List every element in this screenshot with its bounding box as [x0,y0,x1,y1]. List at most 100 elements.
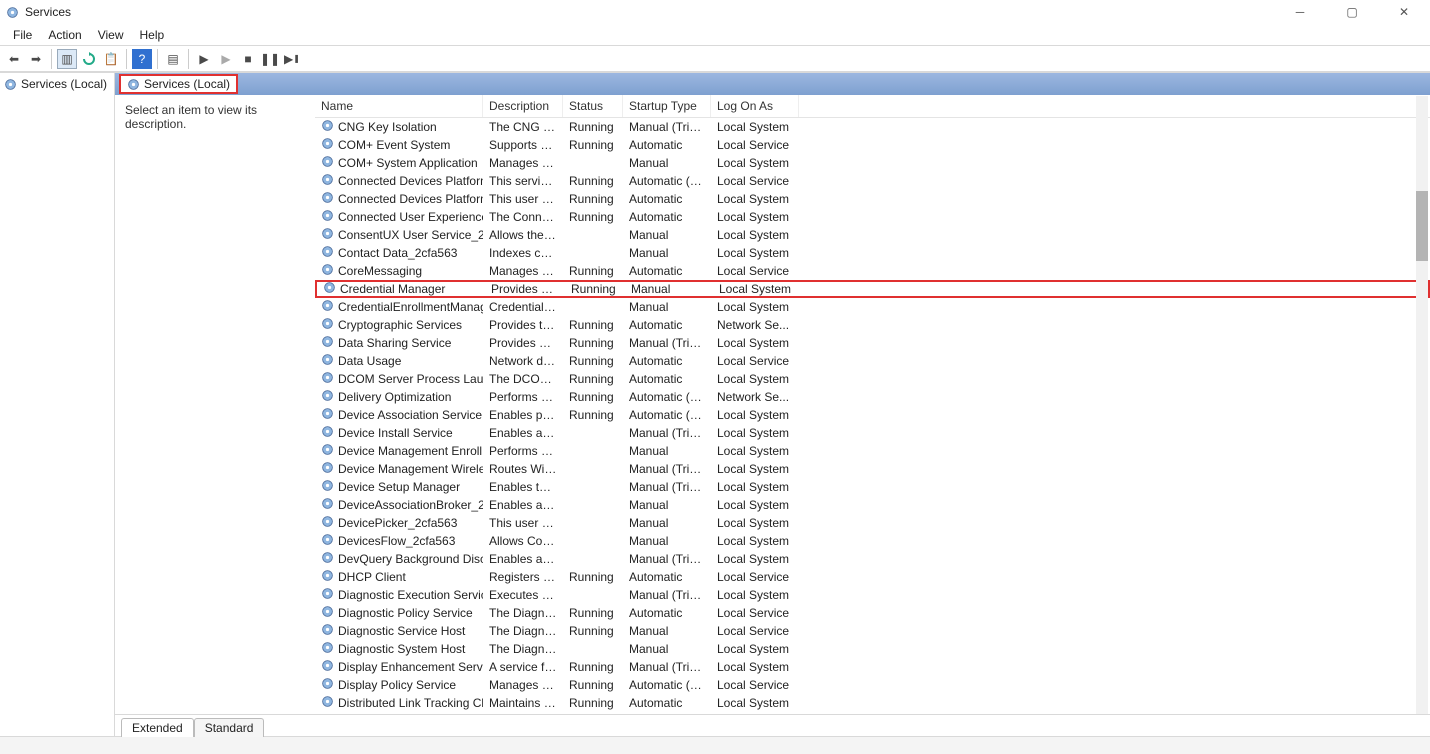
service-row[interactable]: COM+ Event SystemSupports Sy...RunningAu… [315,136,1430,154]
service-startup: Automatic [623,570,711,584]
service-row[interactable]: Device Install ServiceEnables a co...Man… [315,424,1430,442]
close-button[interactable]: ✕ [1384,2,1424,22]
service-row[interactable]: DevQuery Background Disc...Enables app..… [315,550,1430,568]
tab-services-local[interactable]: Services (Local) [119,74,238,94]
service-row[interactable]: COM+ System ApplicationManages th...Manu… [315,154,1430,172]
service-description: Performs co... [483,390,563,404]
service-row[interactable]: Connected User Experiences ...The Connec… [315,208,1430,226]
service-row[interactable]: Data UsageNetwork dat...RunningAutomatic… [315,352,1430,370]
service-gear-icon [321,371,334,387]
service-row[interactable]: Diagnostic System HostThe Diagnos...Manu… [315,640,1430,658]
service-gear-icon [321,497,334,513]
service-logon: Local System [711,156,799,170]
service-row[interactable]: DevicePicker_2cfa563This user ser...Manu… [315,514,1430,532]
service-name: Device Association Service [338,408,482,422]
service-description: Allows Conn... [483,534,563,548]
service-logon: Local System [711,516,799,530]
service-row[interactable]: CNG Key IsolationThe CNG ke...RunningMan… [315,118,1430,136]
menu-action[interactable]: Action [41,26,88,44]
service-row[interactable]: Display Policy ServiceManages th...Runni… [315,676,1430,694]
service-description: Executes dia... [483,588,563,602]
service-status: Running [563,390,623,404]
col-startup[interactable]: Startup Type [623,95,711,117]
service-startup: Manual (Trigg... [623,660,711,674]
status-bar [0,736,1430,754]
service-description: Network dat... [483,354,563,368]
service-name: DHCP Client [338,570,406,584]
restart-service-button[interactable]: ▶❚ [282,49,302,69]
service-row[interactable]: Distributed Link Tracking Cli...Maintain… [315,694,1430,712]
service-status: Running [563,678,623,692]
service-row[interactable]: ConsentUX User Service_2cf...Allows the … [315,226,1430,244]
separator [126,49,127,69]
service-name: DeviceAssociationBroker_2cf... [338,498,483,512]
service-row[interactable]: Diagnostic Policy ServiceThe Diagnos...R… [315,604,1430,622]
back-button[interactable]: ⬅ [4,49,24,69]
tab-extended[interactable]: Extended [121,718,194,737]
service-gear-icon [321,245,334,261]
menu-help[interactable]: Help [133,26,172,44]
service-gear-icon [321,659,334,675]
service-row[interactable]: Device Management Enroll...Performs De..… [315,442,1430,460]
col-logon[interactable]: Log On As [711,95,799,117]
service-row[interactable]: DeviceAssociationBroker_2cf...Enables ap… [315,496,1430,514]
service-name: Device Install Service [338,426,453,440]
service-startup: Automatic [623,372,711,386]
service-row[interactable]: Connected Devices Platform ...This user … [315,190,1430,208]
service-row[interactable]: Device Association ServiceEnables pairi.… [315,406,1430,424]
service-startup: Automatic [623,210,711,224]
service-gear-icon [321,695,334,711]
export-list-button[interactable]: 📋 [101,49,121,69]
service-row[interactable]: Credential ManagerProvides sec...Running… [315,280,1430,298]
service-description: Routes Wirel... [483,462,563,476]
tab-standard[interactable]: Standard [194,718,265,737]
start-service-button-2[interactable]: ▶ [216,49,236,69]
service-startup: Manual [623,444,711,458]
pause-service-button[interactable]: ❚❚ [260,49,280,69]
service-gear-icon [321,209,334,225]
service-status: Running [563,120,623,134]
service-row[interactable]: CredentialEnrollmentManag...Credential E… [315,298,1430,316]
service-row[interactable]: DCOM Server Process Launc...The DCOML...… [315,370,1430,388]
start-service-button[interactable]: ▶ [194,49,214,69]
service-name: Diagnostic Service Host [338,624,465,638]
service-description: Enables pairi... [483,408,563,422]
service-row[interactable]: CoreMessagingManages co...RunningAutomat… [315,262,1430,280]
service-row[interactable]: DHCP ClientRegisters an...RunningAutomat… [315,568,1430,586]
menu-view[interactable]: View [91,26,131,44]
forward-button[interactable]: ➡ [26,49,46,69]
col-name[interactable]: Name [315,95,483,117]
col-description[interactable]: Description [483,95,563,117]
service-row[interactable]: Contact Data_2cfa563Indexes cont...Manua… [315,244,1430,262]
col-status[interactable]: Status [563,95,623,117]
service-row[interactable]: Data Sharing ServiceProvides dat...Runni… [315,334,1430,352]
scrollbar-track[interactable] [1416,96,1428,714]
service-row[interactable]: Connected Devices Platform ...This servi… [315,172,1430,190]
help-button[interactable]: ? [132,49,152,69]
properties-button[interactable]: ▤ [163,49,183,69]
service-row[interactable]: Device Setup ManagerEnables the ...Manua… [315,478,1430,496]
menu-file[interactable]: File [6,26,39,44]
service-gear-icon [321,515,334,531]
separator [51,49,52,69]
service-rows: CNG Key IsolationThe CNG ke...RunningMan… [315,118,1430,714]
refresh-button[interactable] [79,49,99,69]
service-description: Indexes cont... [483,246,563,260]
service-list[interactable]: Name Description Status Startup Type Log… [315,95,1430,714]
stop-service-button[interactable]: ■ [238,49,258,69]
service-status: Running [563,192,623,206]
show-hide-tree-button[interactable]: ▥ [57,49,77,69]
service-row[interactable]: Cryptographic ServicesProvides thr...Run… [315,316,1430,334]
maximize-button[interactable]: ▢ [1332,2,1372,22]
service-row[interactable]: Display Enhancement ServiceA service for… [315,658,1430,676]
service-logon: Local System [713,282,801,296]
minimize-button[interactable]: ─ [1280,2,1320,22]
service-row[interactable]: DevicesFlow_2cfa563Allows Conn...ManualL… [315,532,1430,550]
scrollbar-thumb[interactable] [1416,191,1428,261]
service-row[interactable]: Device Management Wireles...Routes Wirel… [315,460,1430,478]
service-row[interactable]: Diagnostic Execution ServiceExecutes dia… [315,586,1430,604]
service-row[interactable]: Delivery OptimizationPerforms co...Runni… [315,388,1430,406]
service-row[interactable]: Diagnostic Service HostThe Diagnos...Run… [315,622,1430,640]
service-description: The Diagnos... [483,642,563,656]
tree-root-node[interactable]: Services (Local) [0,75,114,93]
